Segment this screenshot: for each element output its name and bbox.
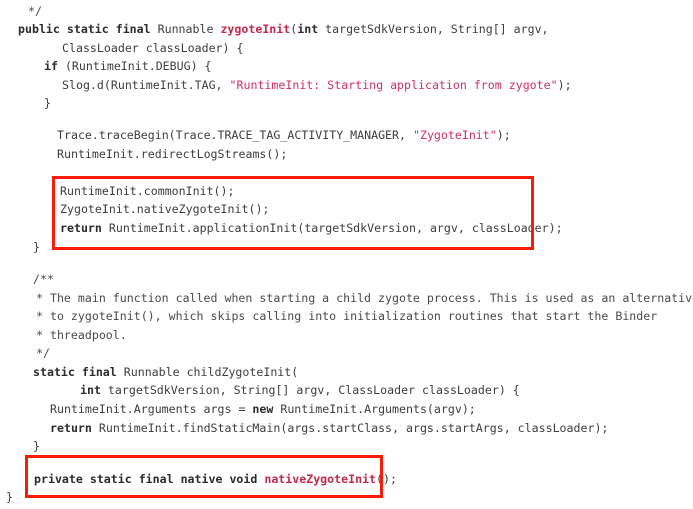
- code-line: static final Runnable childZygoteInit(: [0, 363, 298, 382]
- code-token-plain: Runnable: [157, 22, 221, 36]
- code-line: */: [0, 2, 42, 21]
- code-token-kw: int: [297, 22, 319, 36]
- code-token-plain: Slog.d(RuntimeInit.TAG,: [62, 78, 230, 92]
- code-line: private static final native void nativeZ…: [0, 470, 397, 489]
- code-token-plain: (RuntimeInit.DEBUG) {: [64, 59, 212, 73]
- code-line: RuntimeInit.commonInit();: [0, 182, 235, 201]
- code-token-cmt: */: [28, 4, 42, 18]
- code-token-cmt: * threadpool.: [36, 328, 127, 342]
- code-token-cmt: * The main function called when starting…: [36, 291, 693, 305]
- code-token-plain: RuntimeInit.applicationInit(targetSdkVer…: [108, 221, 563, 235]
- code-line: * to zygoteInit(), which skips calling i…: [0, 307, 657, 326]
- code-token-kw: if: [44, 59, 65, 73]
- code-line: Slog.d(RuntimeInit.TAG, "RuntimeInit: St…: [0, 76, 572, 95]
- code-token-plain: RuntimeInit.findStaticMain(args.startCla…: [98, 421, 609, 435]
- code-line: */: [0, 344, 50, 363]
- code-line: }: [0, 488, 13, 507]
- code-token-plain: }: [33, 439, 40, 453]
- code-line: ZygoteInit.nativeZygoteInit();: [0, 200, 269, 219]
- code-token-plain: targetSdkVersion, String[] argv,: [318, 22, 549, 36]
- code-token-cmt: */: [36, 346, 50, 360]
- code-line: Trace.traceBegin(Trace.TRACE_TAG_ACTIVIT…: [0, 126, 511, 145]
- code-line: RuntimeInit.Arguments args = new Runtime…: [0, 400, 476, 419]
- code-token-plain: targetSdkVersion, String[] argv, ClassLo…: [100, 383, 520, 397]
- code-line: }: [0, 94, 51, 113]
- code-line: RuntimeInit.redirectLogStreams();: [0, 145, 287, 164]
- code-line: }: [0, 238, 40, 257]
- code-line: int targetSdkVersion, String[] argv, Cla…: [0, 381, 520, 400]
- code-token-plain: RuntimeInit.redirectLogStreams();: [57, 147, 288, 161]
- code-token-fn: nativeZygoteInit: [264, 472, 377, 486]
- code-token-str: "RuntimeInit: Starting application from …: [229, 78, 558, 92]
- code-token-plain: Runnable childZygoteInit(: [123, 365, 299, 379]
- code-token-plain: RuntimeInit.Arguments(argv);: [280, 402, 476, 416]
- code-token-plain: ClassLoader classLoader) {: [62, 41, 244, 55]
- code-token-plain: RuntimeInit.Arguments args =: [50, 402, 253, 416]
- code-token-str: "ZygoteInit": [412, 128, 497, 142]
- code-line: return RuntimeInit.findStaticMain(args.s…: [0, 419, 608, 438]
- code-token-plain: Trace.traceBegin(Trace.TRACE_TAG_ACTIVIT…: [57, 128, 413, 142]
- code-line: public static final Runnable zygoteInit(…: [0, 20, 549, 39]
- code-line: if (RuntimeInit.DEBUG) {: [0, 57, 212, 76]
- code-token-plain: ();: [376, 472, 397, 486]
- code-snippet-view: */ public static final Runnable zygoteIni…: [0, 0, 693, 509]
- code-token-kw: public static final: [18, 22, 158, 36]
- code-token-kw: return: [60, 221, 109, 235]
- code-token-kw: static final: [33, 365, 124, 379]
- code-line: }: [0, 437, 40, 456]
- code-token-fn: zygoteInit: [220, 22, 291, 36]
- code-token-plain: }: [44, 96, 51, 110]
- code-token-kw: int: [80, 383, 101, 397]
- code-line: ClassLoader classLoader) {: [0, 39, 243, 58]
- code-token-plain: );: [557, 78, 572, 92]
- code-token-plain: RuntimeInit.commonInit();: [60, 184, 235, 198]
- code-token-kw: private static final native void: [34, 472, 265, 486]
- code-token-kw: new: [252, 402, 281, 416]
- code-token-plain: ZygoteInit.nativeZygoteInit();: [60, 202, 270, 216]
- code-token-kw: return: [50, 421, 99, 435]
- code-token-cmt: /**: [33, 272, 54, 286]
- code-token-plain: }: [6, 490, 13, 504]
- code-token-plain: }: [33, 240, 40, 254]
- code-line: /**: [0, 270, 54, 289]
- code-line: * threadpool.: [0, 326, 127, 345]
- code-line: * The main function called when starting…: [0, 289, 693, 308]
- code-token-plain: );: [496, 128, 511, 142]
- code-token-cmt: * to zygoteInit(), which skips calling i…: [36, 309, 658, 323]
- code-line: return RuntimeInit.applicationInit(targe…: [0, 219, 563, 238]
